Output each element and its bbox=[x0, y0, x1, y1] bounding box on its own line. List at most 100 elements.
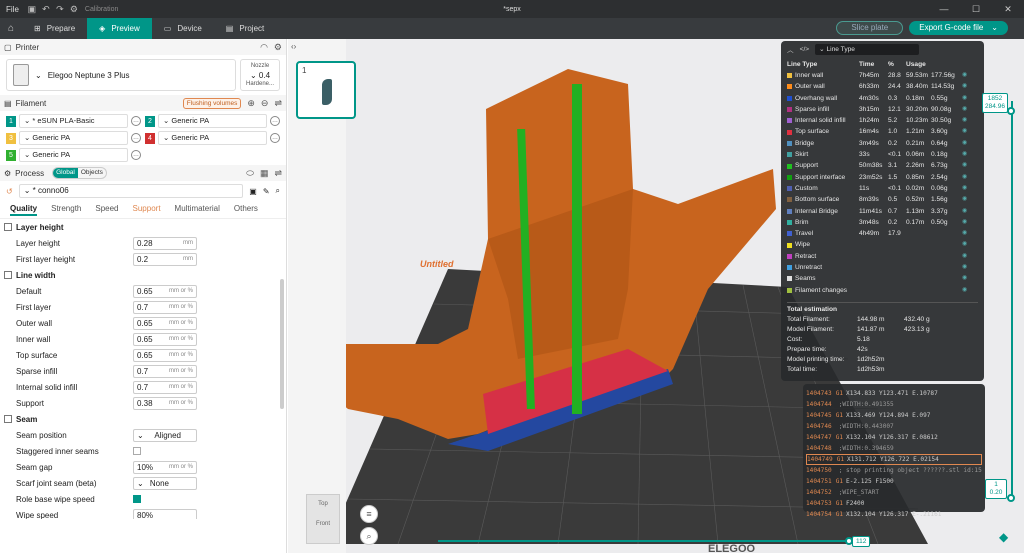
plate-thumbnail[interactable]: 1 bbox=[296, 61, 356, 119]
visibility-eye-icon[interactable]: ◉ bbox=[962, 81, 972, 92]
gcode-line[interactable]: 1404751 G1 E-2.125 F1500 bbox=[806, 476, 982, 487]
slice-plate-button[interactable]: Slice plate bbox=[836, 21, 904, 35]
visibility-eye-icon[interactable]: ◉ bbox=[962, 126, 972, 137]
3d-viewport[interactable]: Untitled ELEGOO ‹› 1 ︿ </> ⌄ Line Type L… bbox=[288, 39, 1024, 553]
tab-prepare[interactable]: ⊞ Prepare bbox=[22, 18, 87, 39]
filament-settings-icon[interactable]: ⇌ bbox=[274, 98, 282, 109]
tab-multimaterial[interactable]: Multimaterial bbox=[175, 204, 220, 216]
view-cube[interactable]: Top Front bbox=[306, 494, 340, 544]
filament-index[interactable]: 2 bbox=[145, 115, 155, 127]
gcode-line[interactable]: 1404750 ; stop printing object ??????.stl… bbox=[806, 465, 982, 476]
global-option[interactable]: Global bbox=[53, 168, 78, 178]
filament-edit-icon[interactable]: … bbox=[270, 116, 280, 126]
visibility-eye-icon[interactable]: ◉ bbox=[962, 273, 972, 284]
advanced-toggle-icon[interactable]: ⬭ bbox=[246, 168, 254, 179]
filament-index[interactable]: 3 bbox=[6, 132, 16, 144]
filament-dropdown[interactable]: ⌄ * eSUN PLA-Basic bbox=[19, 114, 128, 128]
layer-slider-track[interactable] bbox=[1011, 101, 1013, 497]
visibility-eye-icon[interactable]: ◉ bbox=[962, 93, 972, 104]
visibility-eye-icon[interactable]: ◉ bbox=[962, 228, 972, 239]
view-type-dropdown[interactable]: ⌄ Line Type bbox=[815, 43, 920, 55]
wifi-icon[interactable]: ◠ bbox=[260, 42, 268, 53]
filament-edit-icon[interactable]: … bbox=[131, 133, 141, 143]
gcode-line[interactable]: 1404745 G1 X133.469 Y124.894 E.097 bbox=[806, 410, 982, 421]
minimize-icon[interactable]: — bbox=[928, 0, 960, 18]
gcode-line[interactable]: 1404752 ;WIPE_START bbox=[806, 487, 982, 498]
save-preset-icon[interactable]: ▣ bbox=[249, 187, 257, 196]
wipe-speed-input[interactable]: 80% bbox=[133, 508, 197, 519]
tab-others[interactable]: Others bbox=[234, 204, 258, 216]
gcode-line[interactable]: 1404748 ;WIDTH:0.394659 bbox=[806, 443, 982, 454]
compare-icon[interactable]: ▦ bbox=[260, 168, 269, 179]
visibility-eye-icon[interactable]: ◉ bbox=[962, 217, 972, 228]
visibility-eye-icon[interactable]: ◉ bbox=[962, 70, 972, 81]
gcode-line[interactable]: 1404744 ;WIDTH:0.491355 bbox=[806, 399, 982, 410]
close-icon[interactable]: ✕ bbox=[992, 0, 1024, 18]
layer-slider-top-handle[interactable] bbox=[1007, 107, 1015, 115]
code-toggle-icon[interactable]: </> bbox=[800, 46, 810, 53]
line-type-row[interactable]: Top surface 16m4s 1.0 1.21m 3.60g ◉ bbox=[787, 126, 978, 137]
visibility-eye-icon[interactable]: ◉ bbox=[962, 206, 972, 217]
staggered-seams-checkbox[interactable] bbox=[133, 447, 141, 455]
home-icon[interactable]: ⌂ bbox=[0, 23, 22, 34]
setting-input[interactable]: 0.65 mm or % bbox=[133, 316, 197, 330]
settings-list-icon[interactable]: ⇌ bbox=[274, 168, 282, 179]
gcode-line[interactable]: 1404754 G1 X132.104 Y126.317 E-.21161 bbox=[806, 509, 982, 520]
line-type-row[interactable]: Inner wall 7h45m 28.8 59.53m 177.56g ◉ bbox=[787, 70, 978, 81]
filament-dropdown[interactable]: ⌄ Generic PA bbox=[158, 114, 267, 128]
line-type-row[interactable]: Overhang wall 4m30s 0.3 0.18m 0.55g ◉ bbox=[787, 93, 978, 104]
layers-icon[interactable]: ◆ bbox=[999, 530, 1008, 544]
line-type-row[interactable]: Bottom surface 8m39s 0.5 0.52m 1.56g ◉ bbox=[787, 194, 978, 205]
file-menu[interactable]: File bbox=[0, 5, 25, 14]
visibility-eye-icon[interactable]: ◉ bbox=[962, 138, 972, 149]
layer-slider-bottom-handle[interactable] bbox=[1007, 494, 1015, 502]
maximize-icon[interactable]: ☐ bbox=[960, 0, 992, 18]
visibility-eye-icon[interactable]: ◉ bbox=[962, 262, 972, 273]
line-type-row[interactable]: Outer wall 6h33m 24.4 38.40m 114.53g ◉ bbox=[787, 81, 978, 92]
line-type-row[interactable]: Support 50m38s 3.1 2.26m 6.73g ◉ bbox=[787, 160, 978, 171]
filament-edit-icon[interactable]: … bbox=[131, 150, 141, 160]
visibility-eye-icon[interactable]: ◉ bbox=[962, 239, 972, 250]
line-type-row[interactable]: Bridge 3m49s 0.2 0.21m 0.64g ◉ bbox=[787, 138, 978, 149]
line-type-row[interactable]: Seams ◉ bbox=[787, 273, 978, 284]
line-type-row[interactable]: Wipe ◉ bbox=[787, 239, 978, 250]
line-type-row[interactable]: Internal Bridge 11m41s 0.7 1.13m 3.37g ◉ bbox=[787, 206, 978, 217]
seam-gap-input[interactable]: 10% mm or % bbox=[133, 460, 197, 474]
move-slider-track[interactable] bbox=[438, 540, 850, 542]
visibility-eye-icon[interactable]: ◉ bbox=[962, 183, 972, 194]
save-icon[interactable]: ▣ bbox=[25, 4, 39, 15]
redo-icon[interactable]: ↷ bbox=[53, 4, 67, 15]
remove-filament-icon[interactable]: ⊖ bbox=[261, 98, 269, 109]
filament-dropdown[interactable]: ⌄ Generic PA bbox=[19, 148, 128, 162]
gcode-line[interactable]: 1404747 G1 X132.104 Y126.317 E.08612 bbox=[806, 432, 982, 443]
cube-face-front[interactable]: Front bbox=[307, 521, 339, 527]
line-type-row[interactable]: Retract ◉ bbox=[787, 251, 978, 262]
objects-option[interactable]: Objects bbox=[78, 168, 106, 178]
line-type-row[interactable]: Internal solid infill 1h24m 5.2 10.23m 30.50… bbox=[787, 115, 978, 126]
collapse-panel-icon[interactable]: ‹› bbox=[291, 42, 296, 51]
gcode-line[interactable]: 1404746 ;WIDTH:0.443007 bbox=[806, 421, 982, 432]
cube-face-top[interactable]: Top bbox=[307, 501, 339, 507]
setting-input[interactable]: 0.2 mm bbox=[133, 252, 197, 266]
filament-dropdown[interactable]: ⌄ Generic PA bbox=[158, 131, 267, 145]
setting-input[interactable]: 0.38 mm or % bbox=[133, 396, 197, 410]
setting-input[interactable]: 0.7 mm or % bbox=[133, 380, 197, 394]
tab-strength[interactable]: Strength bbox=[51, 204, 81, 216]
line-type-row[interactable]: Support interface 23m52s 1.5 0.85m 2.54g ◉ bbox=[787, 172, 978, 183]
visibility-eye-icon[interactable]: ◉ bbox=[962, 172, 972, 183]
undo-icon[interactable]: ↶ bbox=[39, 4, 53, 15]
line-type-row[interactable]: Travel 4h49m 17.9 ◉ bbox=[787, 228, 978, 239]
visibility-eye-icon[interactable]: ◉ bbox=[962, 104, 972, 115]
tab-preview[interactable]: ◈ Preview bbox=[87, 18, 152, 39]
zoom-icon[interactable]: ⌕ bbox=[360, 527, 378, 545]
line-type-row[interactable]: Custom 11s <0.1 0.02m 0.06g ◉ bbox=[787, 183, 978, 194]
export-gcode-button[interactable]: Export G-code file ⌄ bbox=[909, 21, 1008, 35]
filament-index[interactable]: 1 bbox=[6, 115, 16, 127]
add-filament-icon[interactable]: ⊕ bbox=[247, 98, 255, 109]
line-type-row[interactable]: Unretract ◉ bbox=[787, 262, 978, 273]
scarf-seam-select[interactable]: ⌄ None bbox=[133, 476, 197, 490]
line-type-row[interactable]: Filament changes ◉ bbox=[787, 285, 978, 296]
line-type-row[interactable]: Skirt 33s <0.1 0.06m 0.18g ◉ bbox=[787, 149, 978, 160]
reset-icon[interactable]: ↺ bbox=[6, 187, 13, 196]
process-preset-dropdown[interactable]: ⌄ * conno06 bbox=[18, 184, 244, 198]
